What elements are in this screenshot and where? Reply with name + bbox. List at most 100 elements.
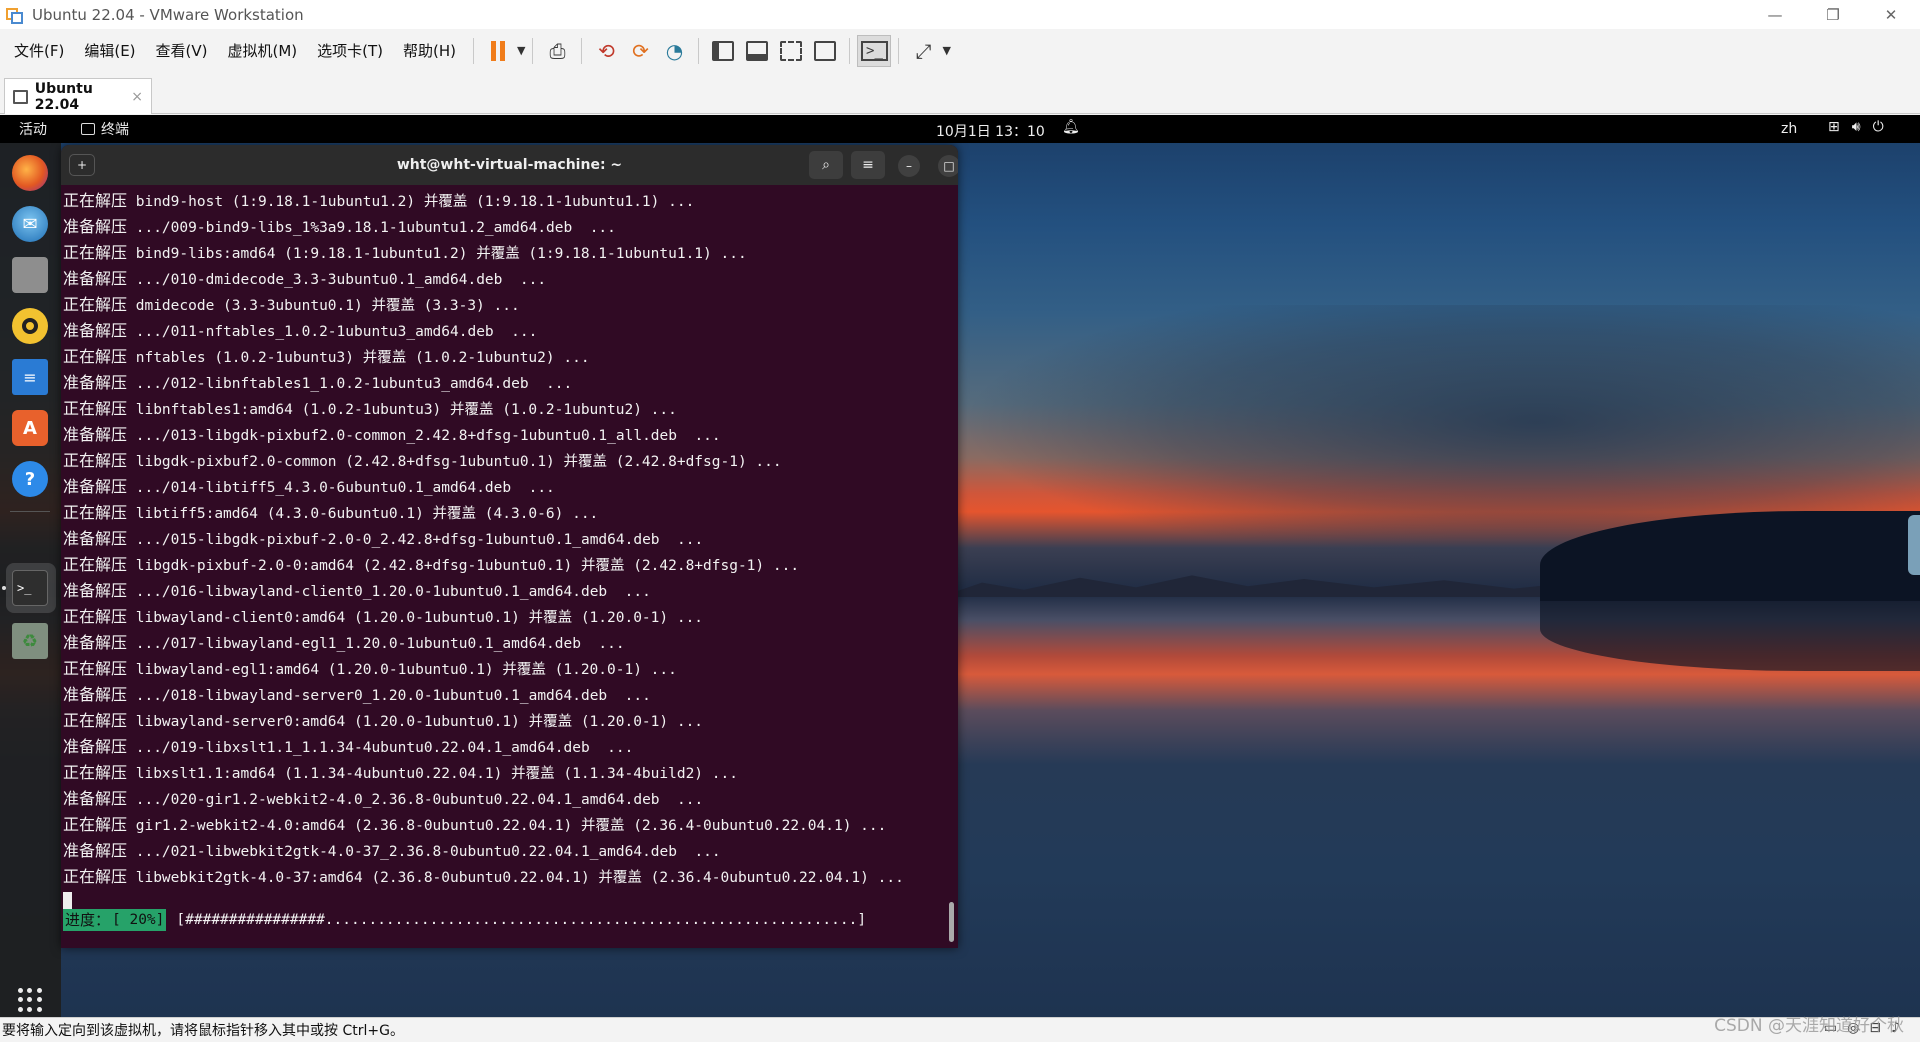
terminal-line-text: .../018-libwayland-server0_1.20.0-1ubunt… bbox=[127, 688, 651, 704]
terminal-line-text: libgdk-pixbuf2.0-common (2.42.8+dfsg-1ub… bbox=[127, 454, 782, 470]
terminal-line-label: 准备解压 bbox=[63, 477, 128, 496]
stretch-dropdown-icon[interactable]: ▼ bbox=[942, 44, 950, 57]
stretch-icon: ⤢ bbox=[915, 38, 932, 63]
terminal-line-text: .../014-libtiff5_4.3.0-6ubuntu0.1_amd64.… bbox=[127, 480, 555, 496]
terminal-scrollbar[interactable] bbox=[949, 902, 954, 942]
window-title: Ubuntu 22.04 - VMware Workstation bbox=[32, 5, 304, 24]
menu-view[interactable]: 查看(V) bbox=[146, 36, 218, 66]
tab-close-icon[interactable]: × bbox=[131, 89, 143, 105]
menu-button[interactable]: ≡ bbox=[851, 151, 885, 179]
trash-icon[interactable]: ♻ bbox=[12, 623, 48, 659]
terminal-line-label: 正在解压 bbox=[63, 867, 128, 886]
thunderbird-icon[interactable]: ✉ bbox=[12, 206, 48, 242]
terminal-line-text: libwayland-server0:amd64 (1.20.0-1ubuntu… bbox=[127, 714, 704, 730]
console-view-button[interactable]: >_ bbox=[857, 34, 892, 67]
vmware-statusbar: 要将输入定向到该虚拟机，请将鼠标指针移入其中或按 Ctrl+G。 bbox=[0, 1017, 1920, 1042]
terminal-icon[interactable]: >_ bbox=[12, 570, 48, 606]
terminal-line-text: .../009-bind9-libs_1%3a9.18.1-1ubuntu1.2… bbox=[127, 220, 616, 236]
toolbar-separator bbox=[473, 37, 475, 64]
rhythmbox-icon[interactable] bbox=[12, 308, 48, 344]
side-handle[interactable] bbox=[1908, 515, 1920, 575]
terminal-line-text: .../020-gir1.2-webkit2-4.0_2.36.8-0ubunt… bbox=[127, 792, 704, 808]
terminal-line-text: .../017-libwayland-egl1_1.20.0-1ubuntu0.… bbox=[127, 636, 625, 652]
terminal-line: 正在解压 libxslt1.1:amd64 (1.1.34-4ubuntu0.2… bbox=[63, 760, 958, 786]
thumbnail-icon bbox=[746, 40, 769, 61]
menu-file[interactable]: 文件(F) bbox=[4, 36, 74, 66]
files-icon[interactable] bbox=[12, 257, 48, 293]
vmware-logo-icon bbox=[6, 6, 24, 24]
terminal-line-label: 正在解压 bbox=[63, 191, 128, 210]
snapshot-icon: ⟲ bbox=[598, 38, 615, 63]
full-screen-button[interactable] bbox=[774, 35, 808, 67]
guest-screen[interactable]: 活动 终端 10月1日 13：10 🔔︎ zh ⊞ 🔊︎ ⏻ ✉ ≡ A ? >… bbox=[0, 115, 1920, 1017]
help-icon[interactable]: ? bbox=[12, 461, 48, 497]
input-language[interactable]: zh bbox=[1781, 121, 1797, 137]
terminal-window[interactable]: + wht@wht-virtual-machine: ~ ⌕ ≡ – □ ✕ 正… bbox=[61, 145, 958, 948]
terminal-line: 准备解压 .../014-libtiff5_4.3.0-6ubuntu0.1_a… bbox=[63, 474, 958, 500]
unity-button[interactable] bbox=[808, 35, 842, 67]
vmware-menubar: 文件(F) 编辑(E) 查看(V) 虚拟机(M) 选项卡(T) 帮助(H) ▼ … bbox=[0, 29, 1920, 72]
terminal-line: 正在解压 libwayland-server0:amd64 (1.20.0-1u… bbox=[63, 708, 958, 734]
menu-tabs[interactable]: 选项卡(T) bbox=[307, 36, 393, 66]
terminal-line-label: 准备解压 bbox=[63, 737, 128, 756]
terminal-output[interactable]: 正在解压 bind9-host (1:9.18.1-1ubuntu1.2) 并覆… bbox=[61, 185, 958, 948]
show-thumbnails-button[interactable] bbox=[740, 35, 774, 67]
full-screen-icon bbox=[780, 40, 803, 61]
app-menu[interactable]: 终端 bbox=[81, 119, 129, 139]
menu-help[interactable]: 帮助(H) bbox=[393, 36, 466, 66]
writer-icon[interactable]: ≡ bbox=[12, 359, 48, 395]
terminal-line-label: 准备解压 bbox=[63, 581, 128, 600]
terminal-line-text: .../013-libgdk-pixbuf2.0-common_2.42.8+d… bbox=[127, 428, 721, 444]
terminal-line: 正在解压 nftables (1.0.2-1ubuntu3) 并覆盖 (1.0.… bbox=[63, 344, 958, 370]
activities-button[interactable]: 活动 bbox=[19, 119, 47, 139]
maximize-button[interactable]: □ bbox=[938, 155, 958, 177]
terminal-line-label: 正在解压 bbox=[63, 503, 128, 522]
menu-edit[interactable]: 编辑(E) bbox=[74, 36, 145, 66]
minimize-icon[interactable]: — bbox=[1746, 0, 1804, 29]
snapshot-manager-button[interactable]: ◔ bbox=[657, 35, 691, 67]
terminal-line-label: 准备解压 bbox=[63, 529, 128, 548]
terminal-line-text: nftables (1.0.2-1ubuntu3) 并覆盖 (1.0.2-1ub… bbox=[127, 350, 590, 366]
terminal-line: 准备解压 .../016-libwayland-client0_1.20.0-1… bbox=[63, 578, 958, 604]
terminal-line-text: libwayland-client0:amd64 (1.20.0-1ubuntu… bbox=[127, 610, 704, 626]
toolbar-separator bbox=[898, 37, 900, 64]
terminal-headerbar[interactable]: + wht@wht-virtual-machine: ~ ⌕ ≡ – □ ✕ bbox=[61, 145, 958, 185]
terminal-app-icon bbox=[81, 123, 95, 135]
console-icon: >_ bbox=[861, 40, 888, 61]
terminal-line: 正在解压 libwayland-client0:amd64 (1.20.0-1u… bbox=[63, 604, 958, 630]
stretch-guest-button[interactable]: ⤢ bbox=[906, 35, 940, 67]
system-tray[interactable]: ⊞ 🔊︎ ⏻ bbox=[1828, 119, 1884, 135]
terminal-line-label: 准备解压 bbox=[63, 269, 128, 288]
menu-vm[interactable]: 虚拟机(M) bbox=[218, 36, 308, 66]
progress-bar-text: [################.......................… bbox=[176, 912, 867, 928]
tab-ubuntu[interactable]: Ubuntu 22.04 × bbox=[4, 78, 152, 114]
minimize-button[interactable]: – bbox=[898, 155, 920, 177]
toolbar-separator bbox=[698, 37, 700, 64]
notification-bell-icon[interactable]: 🔔︎ bbox=[1062, 119, 1080, 135]
show-applications-icon[interactable] bbox=[18, 988, 42, 1012]
snapshot-revert-button[interactable]: ⟳ bbox=[623, 35, 657, 67]
dock: ✉ ≡ A ? >_ ♻ bbox=[0, 143, 61, 1017]
pause-dropdown-icon[interactable]: ▼ bbox=[517, 44, 525, 57]
snapshot-revert-icon: ⟳ bbox=[632, 38, 649, 63]
search-button[interactable]: ⌕ bbox=[809, 151, 843, 179]
show-library-button[interactable] bbox=[706, 35, 740, 67]
terminal-line: 准备解压 .../009-bind9-libs_1%3a9.18.1-1ubun… bbox=[63, 214, 958, 240]
hamburger-icon: ≡ bbox=[862, 157, 874, 173]
terminal-line-text: bind9-host (1:9.18.1-1ubuntu1.2) 并覆盖 (1:… bbox=[127, 194, 695, 210]
firefox-icon[interactable] bbox=[12, 155, 48, 191]
restore-icon[interactable]: ❐ bbox=[1804, 0, 1862, 29]
terminal-line-label: 正在解压 bbox=[63, 815, 128, 834]
clock[interactable]: 10月1日 13：10 bbox=[936, 121, 1045, 141]
close-icon[interactable]: ✕ bbox=[1862, 0, 1920, 29]
pause-button[interactable] bbox=[481, 35, 515, 67]
library-icon bbox=[712, 40, 735, 61]
terminal-line: 准备解压 .../018-libwayland-server0_1.20.0-1… bbox=[63, 682, 958, 708]
send-ctrl-alt-del-button[interactable]: ⎙ bbox=[540, 35, 574, 67]
snapshot-take-button[interactable]: ⟲ bbox=[589, 35, 623, 67]
toolbar-separator bbox=[581, 37, 583, 64]
terminal-line-text: gir1.2-webkit2-4.0:amd64 (2.36.8-0ubuntu… bbox=[127, 818, 887, 834]
dock-separator bbox=[10, 511, 50, 512]
software-center-icon[interactable]: A bbox=[12, 410, 48, 446]
terminal-line: 准备解压 .../017-libwayland-egl1_1.20.0-1ubu… bbox=[63, 630, 958, 656]
